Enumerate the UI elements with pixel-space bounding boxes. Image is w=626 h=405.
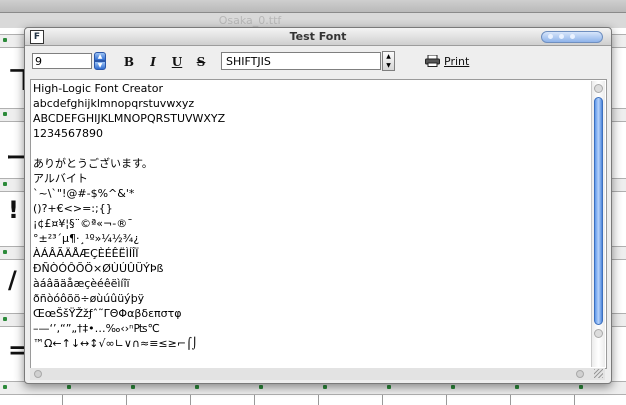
preview-line <box>33 141 588 156</box>
glyph-marker <box>195 385 199 389</box>
preview-line: ðñòóôõö÷øùúûüýþÿ <box>33 292 145 305</box>
resize-handle-icon[interactable] <box>594 369 603 378</box>
underline-button[interactable]: U <box>169 54 185 70</box>
vertical-scrollbar[interactable] <box>591 81 605 367</box>
print-label: Print <box>444 55 470 68</box>
window-titlebar[interactable]: F Test Font <box>25 28 611 46</box>
preview-line: ÀÁÂÃÄÅÆÇÈÉÊËÌÍÎÏ <box>33 247 139 260</box>
preview-line: ありがとうございます。 <box>33 157 153 170</box>
encoding-stepper[interactable]: ▲ ▼ <box>382 51 395 71</box>
preview-line: アルバイト <box>33 172 88 185</box>
font-size-stepper[interactable]: ▲ ▼ <box>94 52 106 70</box>
glyph-marker <box>579 385 583 389</box>
glyph-marker <box>515 385 519 389</box>
horizontal-scrollbar[interactable] <box>30 368 605 380</box>
preview-line: High-Logic Font Creator <box>33 82 163 95</box>
scroll-up-icon[interactable] <box>594 84 603 93</box>
pill-dot-icon <box>570 34 575 39</box>
toolbar: 9 ▲ ▼ B I U S SHIFTJIS ▲ ▼ Print <box>25 46 611 76</box>
preview-line: –—‘’‚“”„†‡•…‰‹›ⁿ₧℃ <box>33 322 160 335</box>
scroll-down-icon[interactable] <box>594 329 603 338</box>
glyph-preview: / <box>8 266 17 294</box>
scroll-left-icon[interactable] <box>34 370 42 378</box>
glyph-marker <box>131 385 135 389</box>
print-button[interactable]: Print <box>423 54 471 70</box>
preview-text-area[interactable]: High-Logic Font Creator abcdefghijklmnop… <box>30 79 607 369</box>
window-title: Test Font <box>289 30 347 43</box>
preview-line: ÐÑÒÓÔÕÖ×ØÙÚÛÜÝÞß <box>33 262 164 275</box>
preview-line: ¡¢£¤¥¦§¨©ª«¬-®¯ <box>33 217 133 230</box>
bold-button[interactable]: B <box>121 54 137 70</box>
glyph-marker <box>3 317 7 321</box>
preview-line: °±²³´µ¶·¸¹º»¼½¾¿ <box>33 232 140 245</box>
stepper-up-icon[interactable]: ▲ <box>94 52 106 61</box>
glyph-marker <box>3 112 7 116</box>
glyph-preview: ! <box>8 196 19 224</box>
glyph-marker <box>387 385 391 389</box>
scroll-thumb[interactable] <box>594 97 603 325</box>
italic-button[interactable]: I <box>145 54 161 70</box>
preview-line: `~\`"!@#-$%^&'* <box>33 187 135 200</box>
scroll-right-icon[interactable] <box>576 370 584 378</box>
strikethrough-button[interactable]: S <box>193 54 209 70</box>
font-size-field[interactable]: 9 <box>32 53 92 69</box>
glyph-marker <box>3 250 7 254</box>
encoding-field[interactable]: SHIFTJIS <box>221 52 381 70</box>
glyph-marker <box>67 385 71 389</box>
preview-line: àáâãäåæçèéêëìíîï <box>33 277 130 290</box>
glyph-marker <box>259 385 263 389</box>
printer-icon <box>425 55 440 67</box>
pill-dot-icon <box>548 34 553 39</box>
glyph-marker <box>3 38 7 42</box>
preview-line: 1234567890 <box>33 127 103 140</box>
preview-line: abcdefghijklmnopqrstuvwxyz <box>33 97 195 110</box>
preview-line: ABCDEFGHIJKLMNOPQRSTUVWXYZ <box>33 112 226 125</box>
glyph-marker <box>323 385 327 389</box>
preview-line: ™Ω←↑↓↔↕√∞∟∨∩≈≡≤≥⌐⌠⌡ <box>33 337 198 350</box>
preview-line: ŒœŠšŸŽžƒˆ˜ΓΘΦαβδεπστφ <box>33 307 182 320</box>
pill-dot-icon <box>559 34 564 39</box>
glyph-marker <box>451 385 455 389</box>
preview-line: ()?+€<>=:;{} <box>33 202 113 215</box>
preview-text: High-Logic Font Creator abcdefghijklmnop… <box>33 81 588 351</box>
glyph-marker <box>3 182 7 186</box>
background-file-title: Osaka_0.ttf <box>218 14 282 27</box>
test-font-window: F Test Font 9 ▲ ▼ B I U S SHIFTJIS ▲ ▼ Pr… <box>24 27 612 384</box>
stepper-down-icon[interactable]: ▼ <box>94 61 106 70</box>
background-titlebar <box>0 0 626 13</box>
toolbar-toggle-button[interactable] <box>541 31 603 43</box>
glyph-marker <box>3 385 7 389</box>
